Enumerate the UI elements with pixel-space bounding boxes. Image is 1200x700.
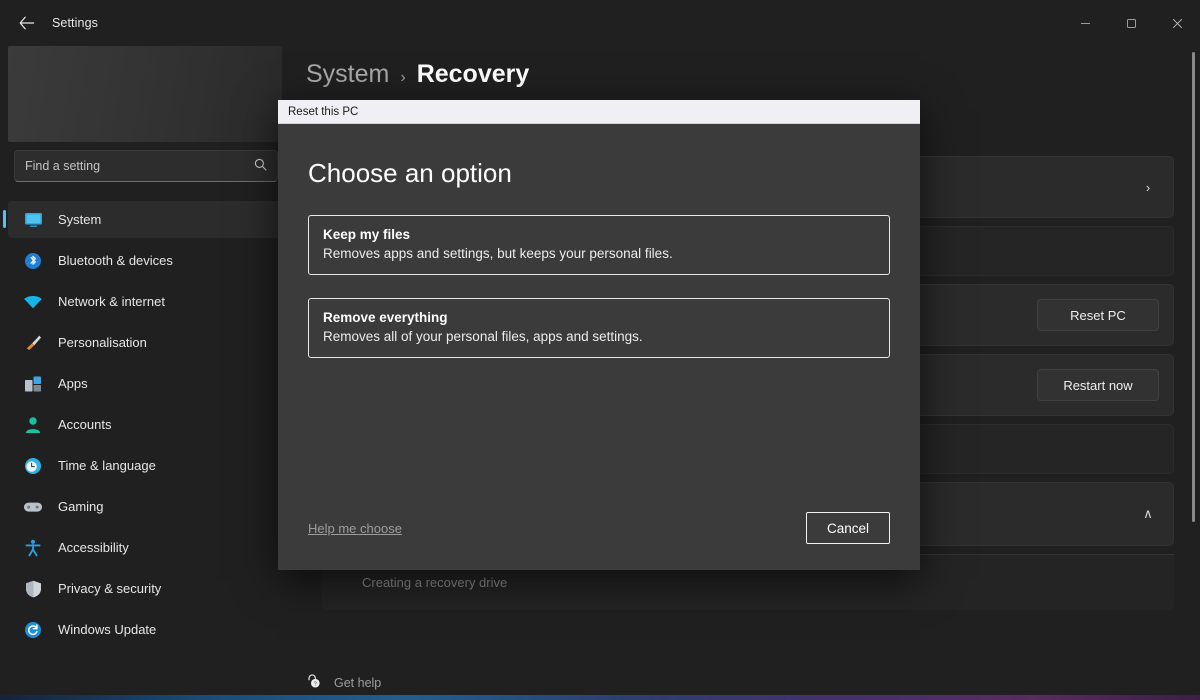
reset-pc-button[interactable]: Reset PC	[1037, 299, 1159, 331]
sidebar-item-system[interactable]: System	[3, 201, 282, 238]
chevron-right-icon[interactable]: ›	[1137, 180, 1159, 195]
page-title: Recovery	[416, 60, 530, 88]
sidebar-item-label: Bluetooth & devices	[58, 253, 173, 268]
sidebar-item-label: Gaming	[58, 499, 104, 514]
dialog-heading: Choose an option	[308, 158, 512, 188]
sidebar-item-network-internet[interactable]: Network & internet	[8, 283, 282, 320]
sidebar: Find a setting System Bluetooth & device…	[0, 46, 290, 700]
dialog-title: Reset this PC	[288, 105, 359, 118]
breadcrumb-separator: ›	[400, 69, 406, 86]
sidebar-item-time-language[interactable]: Time & language	[8, 447, 282, 484]
help-me-choose-link[interactable]: Help me choose	[308, 521, 402, 536]
sidebar-item-label: Windows Update	[58, 622, 157, 637]
breadcrumb: System › Recovery	[306, 60, 529, 89]
option-description: Removes all of your personal files, apps…	[323, 329, 643, 344]
close-icon[interactable]	[1154, 0, 1200, 46]
app-title: Settings	[52, 16, 98, 30]
sidebar-item-label: Network & internet	[58, 294, 165, 309]
option-title: Keep my files	[323, 227, 411, 242]
shield-icon	[22, 579, 44, 599]
vertical-scrollbar[interactable]	[1192, 52, 1195, 522]
maximize-icon[interactable]	[1108, 0, 1154, 46]
sidebar-item-gaming[interactable]: Gaming	[8, 488, 282, 525]
option-description: Removes apps and settings, but keeps you…	[323, 246, 673, 261]
profile-banner	[8, 46, 282, 142]
search-input[interactable]: Find a setting	[14, 150, 278, 182]
sidebar-item-label: System	[58, 212, 102, 227]
restart-now-button[interactable]: Restart now	[1037, 369, 1159, 401]
sidebar-item-accessibility[interactable]: Accessibility	[8, 529, 282, 566]
get-help-link[interactable]: ? Get help	[306, 673, 381, 692]
back-button[interactable]	[10, 8, 44, 38]
clock-icon	[22, 456, 44, 476]
option-keep-my-files[interactable]: Keep my files Removes apps and settings,…	[308, 215, 890, 275]
option-remove-everything[interactable]: Remove everything Removes all of your pe…	[308, 298, 890, 358]
cancel-button[interactable]: Cancel	[806, 512, 890, 544]
sidebar-nav: System Bluetooth & devices Network & int…	[0, 201, 290, 652]
sub-row-label: Creating a recovery drive	[362, 575, 508, 590]
apps-icon	[22, 374, 44, 394]
breadcrumb-parent[interactable]: System	[306, 60, 389, 89]
paintbrush-icon	[22, 333, 44, 353]
window-titlebar: Settings	[0, 0, 1200, 46]
sidebar-item-privacy-security[interactable]: Privacy & security	[8, 570, 282, 607]
gamepad-icon	[22, 497, 44, 517]
sidebar-item-label: Privacy & security	[58, 581, 162, 596]
display-icon	[22, 210, 44, 230]
settings-window: Settings Find a setting System Bluetooth…	[0, 0, 1200, 700]
update-icon	[22, 620, 44, 640]
desktop-accent-strip	[0, 695, 1200, 700]
sidebar-item-windows-update[interactable]: Windows Update	[8, 611, 282, 648]
dialog-titlebar: Reset this PC	[278, 100, 920, 124]
svg-text:?: ?	[314, 681, 317, 687]
dialog-body: Choose an option Keep my files Removes a…	[278, 124, 920, 570]
sidebar-item-label: Accounts	[58, 417, 112, 432]
wifi-icon	[22, 292, 44, 312]
window-controls	[1062, 0, 1200, 46]
sidebar-item-apps[interactable]: Apps	[8, 365, 282, 402]
search-icon	[254, 158, 267, 174]
sidebar-item-label: Time & language	[58, 458, 156, 473]
dialog-footer: Help me choose Cancel	[308, 512, 890, 544]
bluetooth-icon	[22, 251, 44, 271]
search-placeholder: Find a setting	[25, 159, 101, 173]
sidebar-item-label: Personalisation	[58, 335, 147, 350]
sidebar-item-label: Apps	[58, 376, 88, 391]
get-help-label: Get help	[334, 675, 382, 690]
sidebar-item-label: Accessibility	[58, 540, 129, 555]
accessibility-icon	[22, 538, 44, 558]
reset-this-pc-dialog: Reset this PC Choose an option Keep my f…	[278, 100, 920, 570]
person-icon	[22, 415, 44, 435]
option-title: Remove everything	[323, 310, 448, 325]
sidebar-item-accounts[interactable]: Accounts	[8, 406, 282, 443]
help-icon: ?	[306, 673, 322, 692]
sidebar-item-bluetooth-devices[interactable]: Bluetooth & devices	[8, 242, 282, 279]
chevron-up-icon[interactable]: ∧	[1137, 506, 1159, 522]
minimize-icon[interactable]	[1062, 0, 1108, 46]
sidebar-item-personalisation[interactable]: Personalisation	[8, 324, 282, 361]
